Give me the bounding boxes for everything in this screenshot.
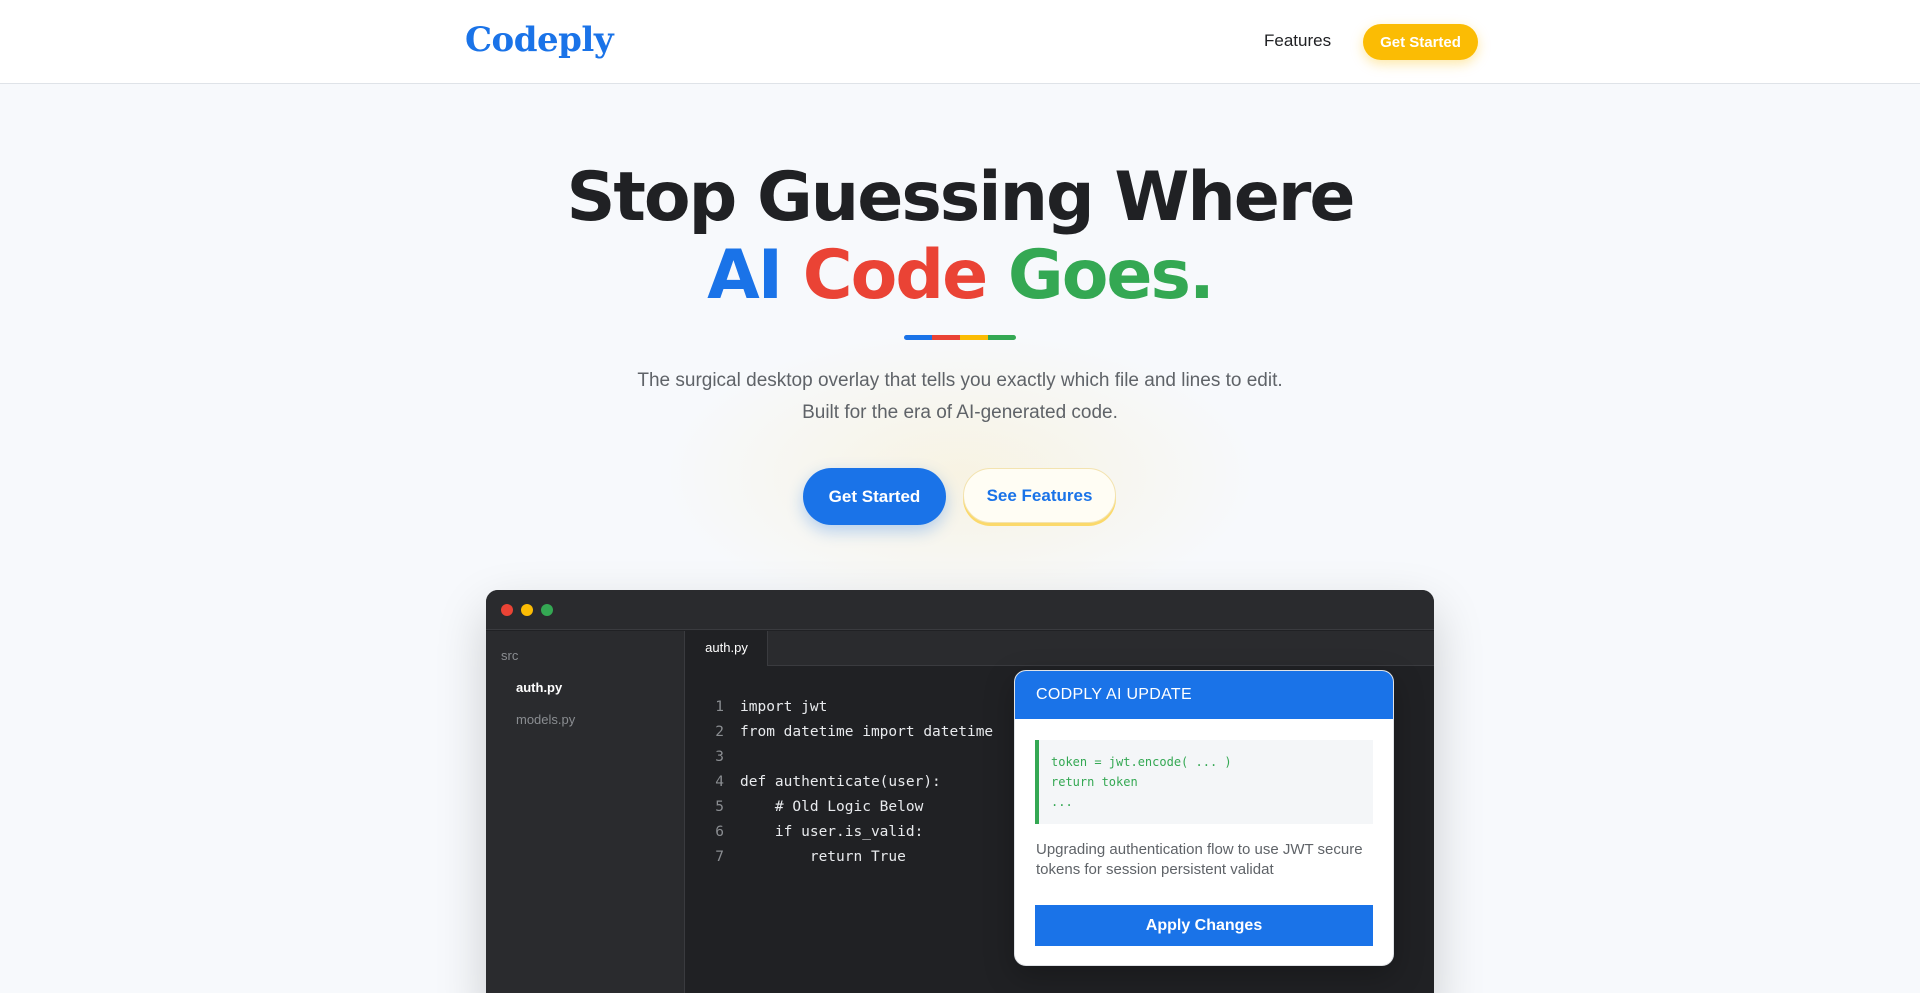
code-line: 1 import jwt [686,695,1016,720]
line-number: 2 [715,724,724,740]
headline-word-code: Code [802,236,988,315]
hero-get-started-button[interactable]: Get Started [803,468,946,525]
folder-src[interactable]: src [501,648,518,663]
code-line: 2 from datetime import datetime [686,720,1016,745]
ai-update-popup: CODPLY AI UPDATE token = jwt.encode( ...… [1014,670,1394,966]
accent-divider [904,335,1016,340]
code-line: 5 # Old Logic Below [686,795,1016,820]
see-features-button[interactable]: See Features [963,468,1116,523]
top-navbar: Codeply Features Get Started [0,0,1920,84]
hero-headline-line2: AI Code Goes. [0,236,1920,315]
close-dot-icon[interactable] [501,604,513,616]
hero-headline-line1: Stop Guessing Where [566,158,1355,237]
file-item-models[interactable]: models.py [516,712,575,727]
code-diff-block: token = jwt.encode( ... ) return token .… [1035,740,1373,824]
headline-word-ai: AI [707,236,783,315]
line-number: 3 [715,749,724,765]
logo[interactable]: Codeply [465,20,614,60]
line-number: 7 [715,849,724,865]
diff-line: token = jwt.encode( ... ) [1051,755,1232,769]
apply-changes-button[interactable]: Apply Changes [1035,905,1373,946]
editor-titlebar [486,590,1434,630]
code-line: 6 if user.is_valid: [686,820,1016,845]
line-number: 4 [715,774,724,790]
popup-header: CODPLY AI UPDATE [1015,671,1393,719]
line-number: 6 [715,824,724,840]
accent-segment [904,335,932,340]
popup-description: Upgrading authentication flow to use JWT… [1036,841,1363,878]
editor-tabbar: auth.py [686,631,1434,666]
accent-segment [932,335,960,340]
nav-link-features[interactable]: Features [1264,31,1331,51]
line-number: 5 [715,799,724,815]
code-line: 4 def authenticate(user): [686,770,1016,795]
accent-segment [960,335,988,340]
diff-line: return token [1051,775,1138,789]
line-number: 1 [715,699,724,715]
tab-auth-py[interactable]: auth.py [686,631,768,666]
hero-subtitle-line1: The surgical desktop overlay that tells … [637,370,1283,391]
file-item-auth[interactable]: auth.py [516,680,562,695]
minimize-dot-icon[interactable] [521,604,533,616]
code-text: from datetime import datetime [740,724,994,740]
hero-subtitle-line2: Built for the era of AI-generated code. [802,402,1118,423]
file-explorer: src auth.py models.py [486,631,685,993]
code-line: 7 return True [686,845,1016,870]
code-text: if user.is_valid: [740,824,924,840]
code-text: return True [740,849,906,865]
headline-word-goes: Goes. [1007,236,1215,315]
diff-line: ... [1051,795,1073,809]
code-area: 1 import jwt 2 from datetime import dateti… [686,695,1016,870]
code-text: def authenticate(user): [740,774,941,790]
code-text: # Old Logic Below [740,799,924,815]
code-text: import jwt [740,699,828,715]
nav-get-started-button[interactable]: Get Started [1363,24,1478,60]
maximize-dot-icon[interactable] [541,604,553,616]
accent-segment [988,335,1016,340]
code-line: 3 [686,745,1016,770]
